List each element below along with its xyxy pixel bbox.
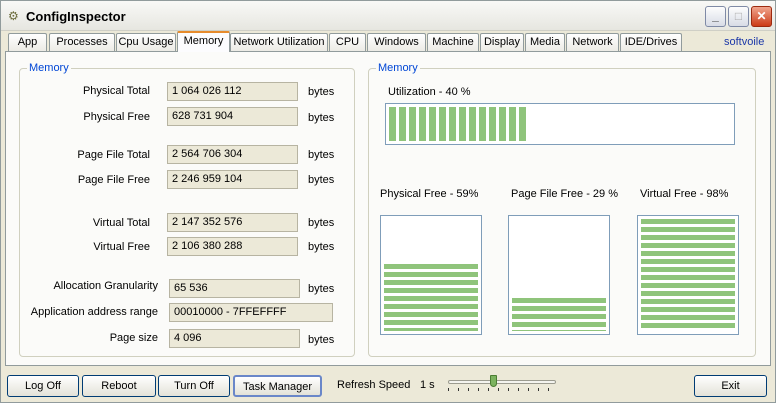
address-range-field[interactable]: 00010000 - 7FFEFFFF — [169, 303, 333, 322]
minimize-icon: _ — [712, 9, 719, 23]
physical-free-percent-label: Physical Free - 59% — [380, 188, 479, 200]
physical-total-label: Physical Total — [82, 85, 150, 97]
page-file-total-field[interactable]: 2 564 706 304 — [167, 145, 298, 164]
page-file-free-percent-label: Page File Free - 29 % — [511, 188, 618, 200]
virtual-free-meter-fill — [641, 219, 735, 331]
physical-free-meter — [380, 215, 482, 335]
window-title: ConfigInspector — [26, 9, 126, 24]
page-file-free-unit: bytes — [308, 174, 335, 186]
page-size-label: Page size — [109, 332, 158, 344]
page-file-free-label: Page File Free — [77, 174, 150, 186]
slider-thumb[interactable] — [490, 375, 497, 387]
refresh-speed-label: Refresh Speed — [337, 379, 411, 391]
wrench-gear-icon: ⚙ — [8, 9, 19, 23]
virtual-total-unit: bytes — [308, 217, 335, 229]
tab-machine[interactable]: Machine — [427, 33, 479, 51]
slider-track — [448, 380, 556, 384]
exit-button[interactable]: Exit — [694, 375, 767, 397]
virtual-total-label: Virtual Total — [92, 217, 150, 229]
physical-free-label: Physical Free — [83, 111, 150, 123]
tab-network-utilization[interactable]: Network Utilization — [230, 33, 328, 51]
main-window: ⚙ ConfigInspector _ □ ✕ App Processes Cp… — [0, 0, 776, 403]
virtual-total-field[interactable]: 2 147 352 576 — [167, 213, 298, 232]
reboot-button[interactable]: Reboot — [82, 375, 156, 397]
tab-network[interactable]: Network — [566, 33, 619, 51]
utilization-label: Utilization - 40 % — [388, 86, 471, 98]
physical-total-unit: bytes — [308, 86, 335, 98]
utilization-bar — [385, 103, 735, 145]
allocation-granularity-field[interactable]: 65 536 — [169, 279, 300, 298]
allocation-granularity-unit: bytes — [308, 283, 335, 295]
tab-cpu[interactable]: CPU — [329, 33, 366, 51]
utilization-bar-fill — [389, 107, 527, 141]
tab-processes[interactable]: Processes — [49, 33, 115, 51]
brand-link[interactable]: softvoile — [724, 36, 764, 48]
group-label: Memory — [376, 62, 420, 74]
virtual-free-field[interactable]: 2 106 380 288 — [167, 237, 298, 256]
tab-display[interactable]: Display — [480, 33, 524, 51]
page-file-free-field[interactable]: 2 246 959 104 — [167, 170, 298, 189]
tab-windows[interactable]: Windows — [367, 33, 426, 51]
tab-media[interactable]: Media — [525, 33, 565, 51]
close-icon: ✕ — [756, 9, 767, 23]
page-size-unit: bytes — [308, 334, 335, 346]
tab-memory[interactable]: Memory — [177, 31, 230, 52]
tab-ide-drives[interactable]: IDE/Drives — [620, 33, 682, 51]
allocation-granularity-label: Allocation Granularity — [53, 280, 158, 292]
virtual-free-meter — [637, 215, 739, 335]
close-button[interactable]: ✕ — [751, 6, 772, 27]
maximize-button[interactable]: □ — [728, 6, 749, 27]
title-bar[interactable]: ⚙ ConfigInspector _ □ ✕ — [1, 1, 775, 31]
maximize-icon: □ — [734, 9, 743, 23]
tab-bar: App Processes Cpu Usage Memory Network U… — [1, 31, 775, 52]
slider-ticks — [448, 388, 556, 391]
virtual-free-unit: bytes — [308, 241, 335, 253]
physical-free-meter-fill — [384, 264, 478, 331]
virtual-free-label: Virtual Free — [93, 241, 150, 253]
tab-app[interactable]: App — [8, 33, 47, 51]
minimize-button[interactable]: _ — [705, 6, 726, 27]
page-file-free-meter — [508, 215, 610, 335]
refresh-speed-slider[interactable] — [448, 375, 556, 391]
page-file-total-unit: bytes — [308, 149, 335, 161]
turn-off-button[interactable]: Turn Off — [158, 375, 230, 397]
task-manager-button[interactable]: Task Manager — [233, 375, 322, 397]
virtual-free-percent-label: Virtual Free - 98% — [640, 188, 729, 200]
page-file-free-meter-fill — [512, 298, 606, 331]
page-size-field[interactable]: 4 096 — [169, 329, 300, 348]
page-file-total-label: Page File Total — [77, 149, 150, 161]
refresh-speed-value: 1 s — [420, 379, 435, 391]
physical-total-field[interactable]: 1 064 026 112 — [167, 82, 298, 101]
tab-cpu-usage[interactable]: Cpu Usage — [116, 33, 176, 51]
physical-free-unit: bytes — [308, 112, 335, 124]
physical-free-field[interactable]: 628 731 904 — [167, 107, 298, 126]
address-range-label: Application address range — [30, 306, 158, 318]
group-label: Memory — [27, 62, 71, 74]
log-off-button[interactable]: Log Off — [7, 375, 79, 397]
